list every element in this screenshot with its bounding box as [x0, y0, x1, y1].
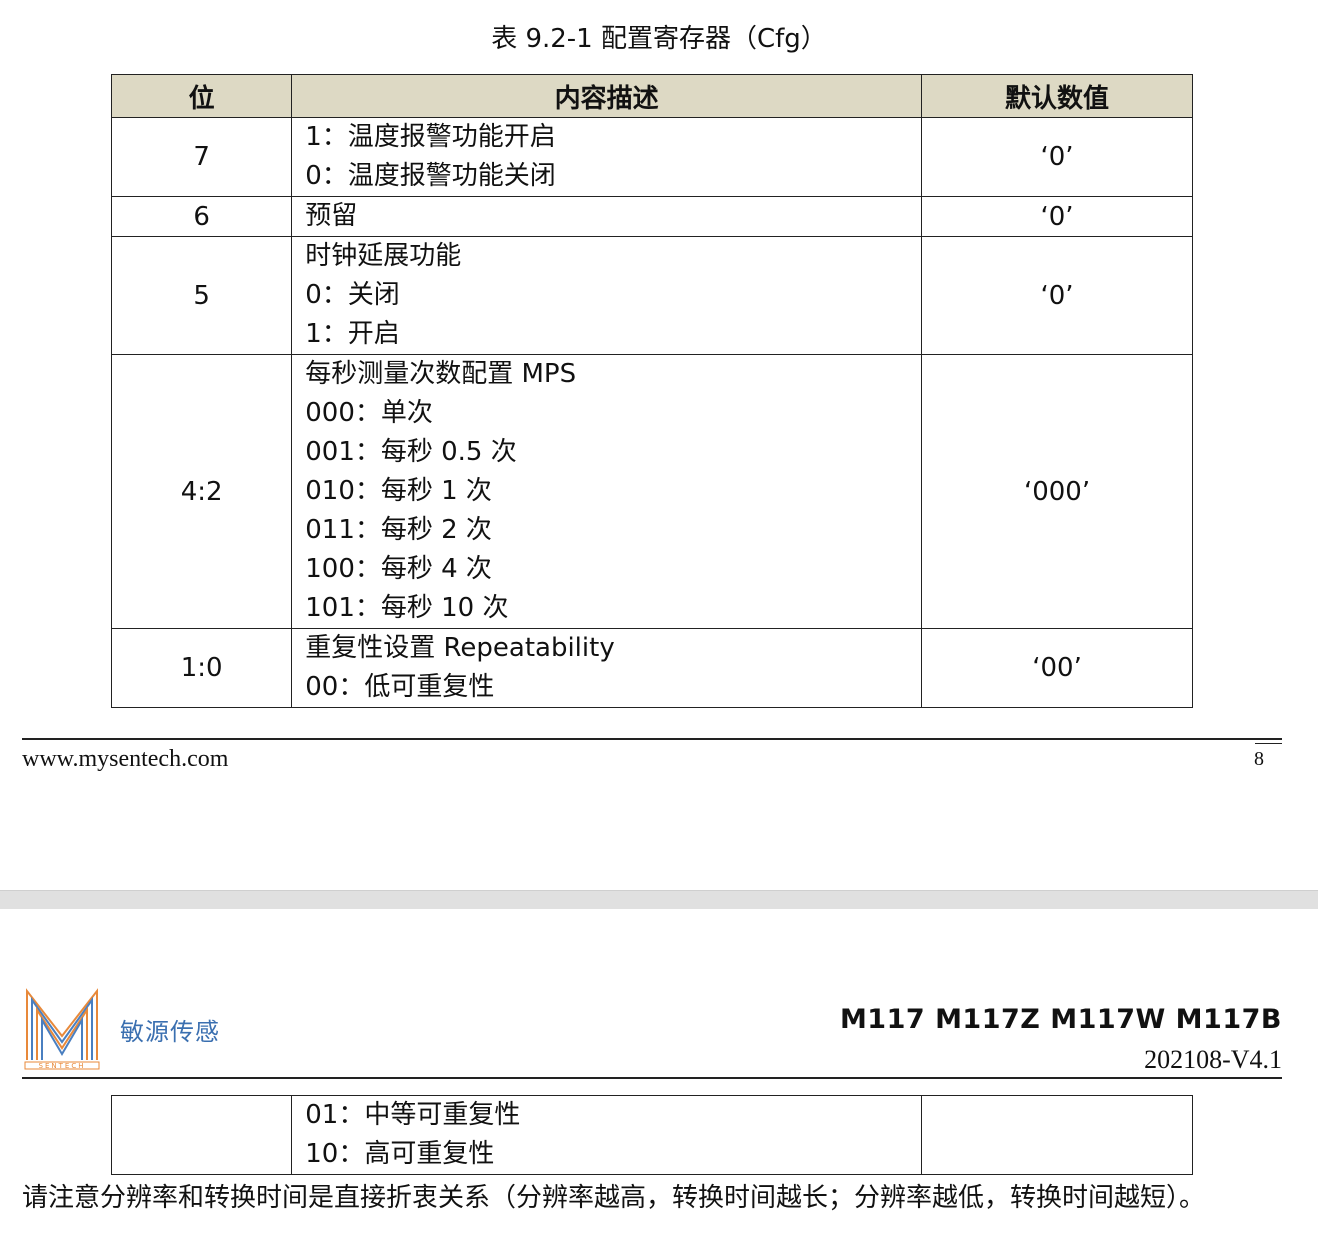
- sentech-logo-icon: SENTECH: [24, 988, 100, 1070]
- config-register-table-continued: 01：中等可重复性 10：高可重复性: [110, 1095, 1193, 1175]
- resolution-note: 请注意分辨率和转换时间是直接折衷关系（分辨率越高，转换时间越长；分辨率越低，转换…: [22, 1183, 1206, 1213]
- table-header-row: 位 内容描述 默认数值: [110, 74, 1193, 118]
- desc-line: 0：温度报警功能关闭: [305, 161, 556, 191]
- desc-line: 0：关闭: [305, 280, 400, 310]
- document-page-bottom: SENTECH 敏源传感 M117 M117Z M117W M117B 2021…: [0, 909, 1318, 1243]
- table-row: 1:0 重复性设置 Repeatability 00：低可重复性 ‘00’: [110, 628, 1193, 708]
- cell-bit: 6: [110, 196, 293, 237]
- cell-description: 重复性设置 Repeatability 00：低可重复性: [291, 628, 923, 708]
- cell-description: 1：温度报警功能开启 0：温度报警功能关闭: [291, 117, 923, 197]
- cell-description: 预留: [291, 196, 923, 237]
- cell-bit: 1:0: [110, 628, 293, 708]
- cell-bit: 4:2: [110, 354, 293, 629]
- table-row: 4:2 每秒测量次数配置 MPS 000：单次 001：每秒 0.5 次 010…: [110, 354, 1193, 629]
- header-default: 默认数值: [921, 74, 1193, 118]
- desc-line: 1：开启: [305, 319, 400, 349]
- footer-rule-short: [1255, 743, 1282, 744]
- desc-line: 10：高可重复性: [305, 1139, 495, 1169]
- cell-default: [921, 1095, 1193, 1175]
- desc-line: 001：每秒 0.5 次: [305, 437, 517, 467]
- cell-default: ‘0’: [921, 117, 1193, 197]
- cell-default: ‘0’: [921, 236, 1193, 355]
- desc-line: 每秒测量次数配置 MPS: [305, 359, 577, 389]
- desc-line: 时钟延展功能: [305, 241, 462, 271]
- desc-line: 101：每秒 10 次: [305, 593, 509, 623]
- cell-description: 01：中等可重复性 10：高可重复性: [291, 1095, 923, 1175]
- footer-url: www.mysentech.com: [22, 746, 229, 772]
- header-bit: 位: [110, 74, 293, 118]
- desc-line: 00：低可重复性: [305, 672, 495, 702]
- table-row: 7 1：温度报警功能开启 0：温度报警功能关闭 ‘0’: [110, 117, 1193, 197]
- header-description: 内容描述: [291, 74, 923, 118]
- desc-line: 重复性设置 Repeatability: [305, 633, 615, 663]
- cell-default: ‘0’: [921, 196, 1193, 237]
- brand-name: 敏源传感: [120, 1018, 220, 1046]
- cell-bit: 5: [110, 236, 293, 355]
- table-row: 01：中等可重复性 10：高可重复性: [110, 1095, 1193, 1175]
- desc-line: 预留: [305, 201, 358, 231]
- config-register-table: 位 内容描述 默认数值 7 1：温度报警功能开启 0：温度报警功能关闭 ‘0’ …: [110, 74, 1193, 708]
- logo-text: SENTECH: [39, 1062, 86, 1070]
- desc-line: 100：每秒 4 次: [305, 554, 492, 584]
- cell-bit: [110, 1095, 293, 1175]
- table-row: 6 预留 ‘0’: [110, 196, 1193, 237]
- cell-default: ‘00’: [921, 628, 1193, 708]
- desc-line: 000：单次: [305, 398, 433, 428]
- footer-rule: [22, 738, 1282, 740]
- cell-default: ‘000’: [921, 354, 1193, 629]
- cell-bit: 7: [110, 117, 293, 197]
- document-version: 202108-V4.1: [1144, 1045, 1282, 1074]
- desc-line: 010：每秒 1 次: [305, 476, 492, 506]
- header-rule: [22, 1077, 1282, 1079]
- desc-line: 1：温度报警功能开启: [305, 122, 556, 152]
- table-caption: 表 9.2-1 配置寄存器（Cfg）: [491, 24, 827, 54]
- desc-line: 01：中等可重复性: [305, 1100, 521, 1130]
- document-page-top: 表 9.2-1 配置寄存器（Cfg） 位 内容描述 默认数值 7 1：温度报警功…: [0, 0, 1318, 890]
- table-row: 5 时钟延展功能 0：关闭 1：开启 ‘0’: [110, 236, 1193, 355]
- model-list: M117 M117Z M117W M117B: [839, 1004, 1282, 1035]
- cell-description: 每秒测量次数配置 MPS 000：单次 001：每秒 0.5 次 010：每秒 …: [291, 354, 923, 629]
- desc-line: 011：每秒 2 次: [305, 515, 492, 545]
- page-number: 8: [1254, 748, 1264, 770]
- page-separator: [0, 890, 1318, 910]
- cell-description: 时钟延展功能 0：关闭 1：开启: [291, 236, 923, 355]
